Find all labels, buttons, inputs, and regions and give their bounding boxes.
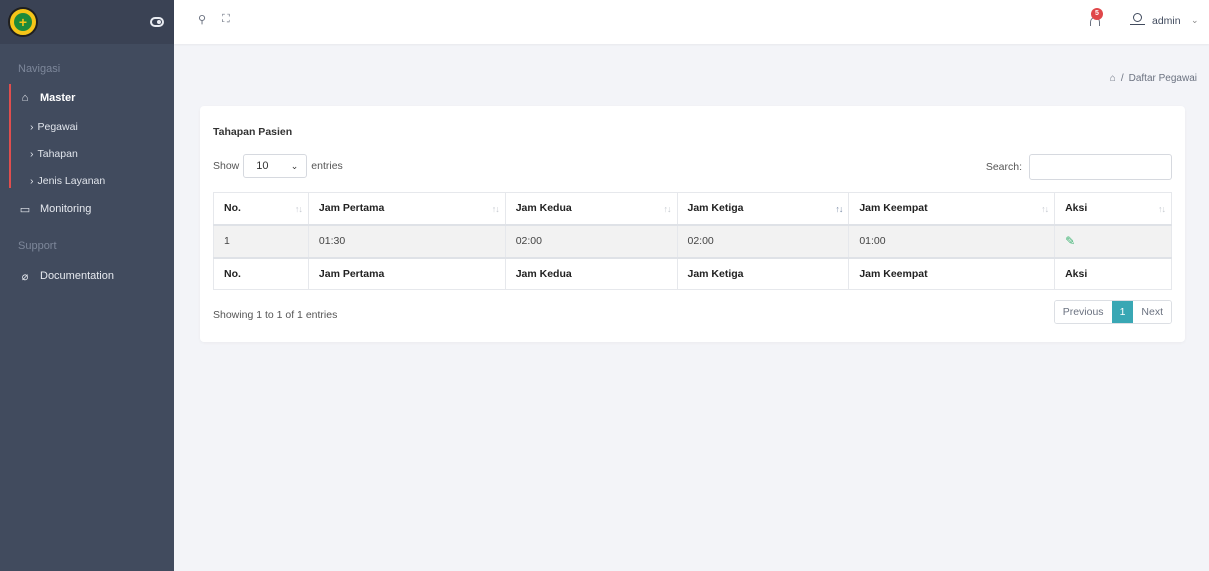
topbar: ⚲ ⛶ 5 admin ⌄ bbox=[174, 0, 1209, 44]
sidebar-toggle-icon[interactable] bbox=[150, 17, 164, 27]
next-button[interactable]: Next bbox=[1133, 301, 1171, 323]
table-info: Showing 1 to 1 of 1 entries bbox=[213, 309, 338, 321]
footer-jam-ketiga: Jam Ketiga bbox=[676, 256, 850, 290]
column-header-aksi[interactable]: Aksi ↑↓ bbox=[1054, 192, 1172, 226]
chevron-right-icon: › bbox=[30, 174, 34, 187]
sidebar: + Navigasi ⌂ Master › Pegawai › Tahapan … bbox=[0, 0, 174, 571]
table-footer-row: No. Jam Pertama Jam Kedua Jam Ketiga Jam… bbox=[213, 256, 1172, 290]
cell-jam-kedua: 02:00 bbox=[504, 224, 678, 258]
footer-jam-kedua: Jam Kedua bbox=[504, 256, 678, 290]
search-label: Search: bbox=[985, 161, 1022, 173]
home-icon: ⌂ bbox=[21, 92, 29, 104]
sort-icon: ↑↓ bbox=[663, 204, 672, 214]
show-label: Show bbox=[213, 160, 240, 172]
sort-icon: ↑↓ bbox=[1041, 204, 1049, 214]
monitor-icon: ▭ bbox=[19, 203, 31, 216]
sidebar-item-monitoring[interactable]: ▭ Monitoring bbox=[0, 196, 174, 222]
nav-section-support: Support bbox=[18, 240, 57, 252]
sidebar-item-jenis-layanan[interactable]: › Jenis Layanan bbox=[0, 167, 174, 194]
chevron-down-icon: ⌄ bbox=[290, 160, 299, 171]
entries-label: entries bbox=[311, 160, 343, 172]
notification-bell[interactable]: 5 bbox=[1089, 8, 1103, 26]
breadcrumb: ⌂ / Daftar Pegawai bbox=[1110, 73, 1197, 84]
search-icon[interactable]: ⚲ bbox=[198, 13, 206, 26]
footer-aksi: Aksi bbox=[1054, 256, 1172, 290]
entries-value: 10 bbox=[256, 160, 269, 172]
notification-badge: 5 bbox=[1091, 8, 1103, 20]
column-header-jam-ketiga[interactable]: Jam Ketiga ↑↓ bbox=[676, 192, 850, 226]
breadcrumb-separator: / bbox=[1120, 73, 1124, 84]
nav-section-navigasi: Navigasi bbox=[18, 63, 61, 75]
sidebar-item-master[interactable]: ⌂ Master bbox=[0, 85, 174, 111]
user-icon[interactable] bbox=[1130, 13, 1145, 29]
table-header-row: No. ↑↓ Jam Pertama ↑↓ Jam Kedua ↑↓ Jam Keti… bbox=[213, 192, 1172, 226]
home-icon[interactable]: ⌂ bbox=[1110, 73, 1116, 84]
sidebar-item-tahapan[interactable]: › Tahapan bbox=[0, 140, 174, 167]
card-title: Tahapan Pasien bbox=[213, 126, 293, 138]
cell-jam-ketiga: 02:00 bbox=[676, 224, 850, 258]
footer-no: No. bbox=[213, 256, 309, 290]
entries-select[interactable]: 10 ⌄ bbox=[243, 154, 308, 178]
fullscreen-icon[interactable]: ⛶ bbox=[222, 13, 230, 26]
sort-icon: ↑↓ bbox=[294, 204, 303, 214]
column-header-jam-keempat[interactable]: Jam Keempat ↑↓ bbox=[848, 192, 1056, 226]
user-menu[interactable]: admin bbox=[1152, 15, 1181, 27]
sort-icon: ↑↓ bbox=[1158, 204, 1166, 214]
column-header-no[interactable]: No. ↑↓ bbox=[213, 192, 309, 226]
sidebar-item-label: Monitoring bbox=[40, 203, 92, 215]
edit-pencil-icon[interactable]: ✎ bbox=[1065, 234, 1075, 248]
sidebar-item-label: Jenis Layanan bbox=[37, 174, 106, 187]
table-row: 1 01:30 02:00 02:00 01:00 ✎ bbox=[213, 224, 1172, 258]
cell-jam-keempat: 01:00 bbox=[848, 224, 1056, 258]
footer-jam-keempat: Jam Keempat bbox=[848, 256, 1056, 290]
sidebar-item-label: Master bbox=[40, 92, 76, 104]
previous-button[interactable]: Previous bbox=[1054, 301, 1112, 323]
cell-jam-pertama: 01:30 bbox=[307, 224, 506, 258]
chevron-right-icon: › bbox=[30, 147, 34, 160]
sidebar-item-label: Documentation bbox=[40, 270, 114, 282]
sidebar-item-label: Tahapan bbox=[37, 147, 78, 160]
footer-jam-pertama: Jam Pertama bbox=[307, 256, 506, 290]
logo-emblem: + bbox=[14, 13, 32, 31]
chevron-down-icon[interactable]: ⌄ bbox=[1191, 15, 1199, 26]
pagination: Previous 1 Next bbox=[1053, 300, 1172, 324]
sidebar-item-pegawai[interactable]: › Pegawai bbox=[0, 113, 174, 140]
logo[interactable]: + bbox=[8, 7, 38, 37]
column-header-jam-kedua[interactable]: Jam Kedua ↑↓ bbox=[504, 192, 678, 226]
entries-control: Show 10 ⌄ entries bbox=[213, 154, 343, 178]
sidebar-header: + bbox=[0, 0, 174, 44]
sort-asc-icon: ↑↓ bbox=[835, 204, 843, 214]
paperclip-icon: ⌀ bbox=[21, 270, 29, 283]
sidebar-item-label: Pegawai bbox=[37, 120, 78, 133]
search-control: Search: bbox=[986, 154, 1172, 180]
data-table: No. ↑↓ Jam Pertama ↑↓ Jam Kedua ↑↓ Jam Keti… bbox=[213, 192, 1172, 290]
sidebar-item-documentation[interactable]: ⌀ Documentation bbox=[0, 263, 174, 289]
sort-icon: ↑↓ bbox=[491, 204, 500, 214]
cell-aksi: ✎ bbox=[1054, 224, 1172, 258]
data-card: Tahapan Pasien Show 10 ⌄ entries Search:… bbox=[200, 106, 1185, 342]
chevron-right-icon: › bbox=[30, 120, 34, 133]
breadcrumb-current: Daftar Pegawai bbox=[1128, 73, 1197, 84]
column-header-jam-pertama[interactable]: Jam Pertama ↑↓ bbox=[307, 192, 506, 226]
cell-no: 1 bbox=[213, 224, 309, 258]
search-input[interactable] bbox=[1029, 154, 1172, 180]
page-1-button[interactable]: 1 bbox=[1111, 301, 1134, 323]
